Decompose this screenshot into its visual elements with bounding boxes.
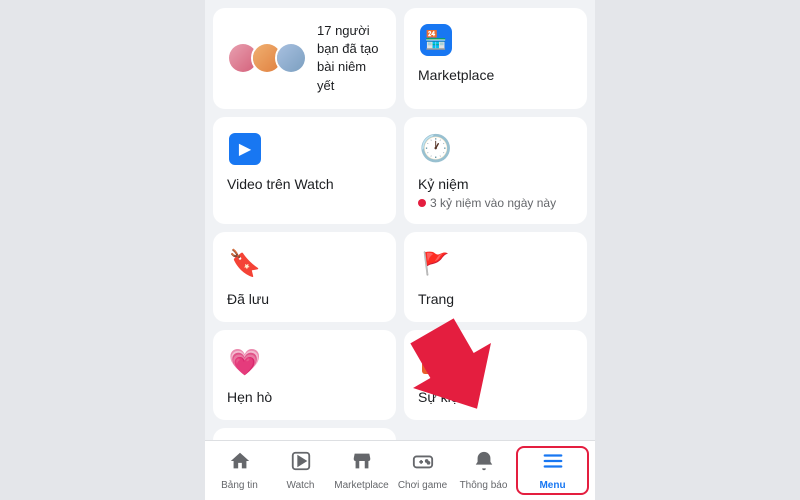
nav-menu[interactable]: Menu — [516, 446, 589, 495]
ky-niem-label: Kỷ niệm — [418, 175, 469, 193]
red-dot — [418, 199, 426, 207]
card-su-kien[interactable]: Sự kiện — [404, 330, 587, 420]
nav-choi-game-label: Chơi game — [398, 480, 447, 491]
ky-niem-subtitle: 3 kỷ niệm vào ngày này — [418, 196, 556, 210]
card-video-watch[interactable]: ▶ Video trên Watch — [213, 117, 396, 224]
content-area: 17 người bạn đã tạo bài niêm yết 🏪 Marke… — [205, 0, 595, 440]
nav-watch-label: Watch — [287, 480, 315, 491]
shop-icon — [351, 450, 373, 478]
row-5: 💼 Việc làm — [213, 428, 587, 440]
clock-icon: 🕐 — [418, 131, 454, 167]
marketplace-icon: 🏪 — [418, 22, 454, 58]
flag-icon: 🚩 — [418, 246, 454, 282]
nav-menu-label: Menu — [539, 480, 565, 491]
nav-thong-bao[interactable]: Thông báo — [453, 446, 514, 495]
bell-icon — [473, 450, 495, 478]
nav-choi-game[interactable]: Chơi game — [392, 446, 453, 495]
menu-icon — [542, 450, 564, 478]
nav-bang-tin-label: Bảng tin — [221, 480, 258, 491]
trang-label: Trang — [418, 290, 454, 308]
row-4: 💗 Hẹn hò Sự kiện — [213, 330, 587, 420]
card-da-luu[interactable]: 🔖 Đã lưu — [213, 232, 396, 322]
friends-text: 17 người bạn đã tạo bài niêm yết — [317, 22, 382, 95]
avatar-3 — [275, 42, 307, 74]
da-luu-label: Đã lưu — [227, 290, 269, 308]
hen-ho-label: Hẹn hò — [227, 388, 272, 406]
home-icon — [229, 450, 251, 478]
nav-marketplace-label: Marketplace — [334, 480, 388, 491]
phone-container: 17 người bạn đã tạo bài niêm yết 🏪 Marke… — [205, 0, 595, 500]
nav-marketplace[interactable]: Marketplace — [331, 446, 392, 495]
calendar-star-icon — [418, 344, 454, 380]
row-2: ▶ Video trên Watch 🕐 Kỷ niệm 3 kỷ niệm v… — [213, 117, 587, 224]
game-icon — [412, 450, 434, 478]
watch-icon: ▶ — [227, 131, 263, 167]
top-row: 17 người bạn đã tạo bài niêm yết 🏪 Marke… — [213, 8, 587, 109]
card-marketplace[interactable]: 🏪 Marketplace — [404, 8, 587, 109]
marketplace-label: Marketplace — [418, 66, 494, 84]
su-kien-label: Sự kiện — [418, 388, 466, 406]
play-icon — [290, 450, 312, 478]
nav-bang-tin[interactable]: Bảng tin — [209, 446, 270, 495]
card-hen-ho[interactable]: 💗 Hẹn hò — [213, 330, 396, 420]
nav-thong-bao-label: Thông báo — [460, 480, 508, 491]
video-watch-label: Video trên Watch — [227, 175, 334, 193]
heart-icon: 💗 — [227, 344, 263, 380]
friends-card[interactable]: 17 người bạn đã tạo bài niêm yết — [213, 8, 396, 109]
avatars-row — [227, 42, 307, 74]
row-3: 🔖 Đã lưu 🚩 Trang — [213, 232, 587, 322]
bottom-nav: Bảng tin Watch Marketplace Chơi game — [205, 440, 595, 500]
card-ky-niem[interactable]: 🕐 Kỷ niệm 3 kỷ niệm vào ngày này — [404, 117, 587, 224]
bookmark-icon: 🔖 — [227, 246, 263, 282]
card-viec-lam[interactable]: 💼 Việc làm — [213, 428, 396, 440]
card-trang[interactable]: 🚩 Trang — [404, 232, 587, 322]
nav-watch[interactable]: Watch — [270, 446, 331, 495]
